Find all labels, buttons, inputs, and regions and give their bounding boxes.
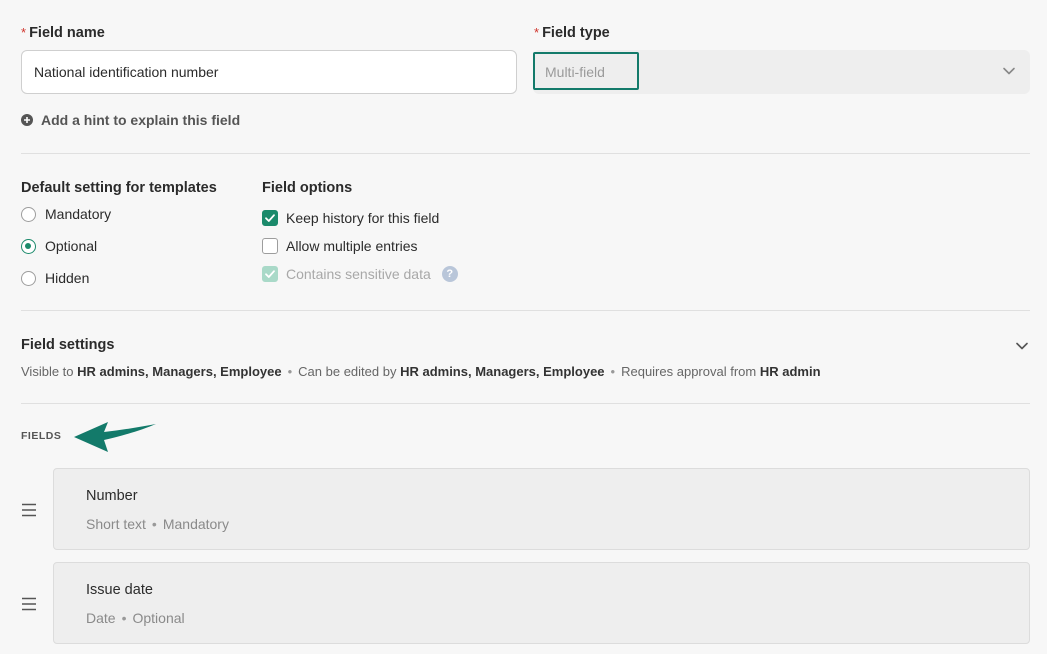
field-card-issue-date[interactable]: Issue date Date • Optional [53,562,1030,644]
field-settings-title: Field settings [21,337,115,353]
required-marker: * [21,25,27,40]
add-hint-label: Add a hint to explain this field [41,112,241,128]
drag-handle-icon[interactable] [21,597,37,611]
option-keep-history[interactable]: Keep history for this field [262,210,439,226]
divider [21,153,1030,154]
field-options-title: Field options [262,180,353,196]
fields-section-label: FIELDS [21,430,62,442]
field-type-value: Multi-field [545,64,605,80]
radio-button[interactable] [21,270,36,286]
field-card-number[interactable]: Number Short text • Mandatory [53,468,1030,550]
radio-mandatory[interactable]: Mandatory [21,206,111,222]
field-card-title: Number [86,488,138,504]
checkbox-checked[interactable] [262,210,278,226]
required-marker: * [534,25,540,40]
arrow-icon [74,422,156,452]
divider [21,403,1030,404]
radio-optional[interactable]: Optional [21,238,97,254]
field-name-input[interactable] [21,50,517,94]
option-allow-multiple[interactable]: Allow multiple entries [262,238,418,254]
default-setting-title: Default setting for templates [21,180,217,196]
checkbox-disabled [262,266,278,282]
field-card-title: Issue date [86,582,153,598]
help-icon[interactable]: ? [441,266,458,282]
checkmark-icon [265,270,275,278]
divider [21,310,1030,311]
field-type-label: * Field type [534,25,610,41]
field-card-meta: Date • Optional [86,610,185,626]
field-settings-summary: Visible to HR admins, Managers, Employee… [21,364,821,379]
chevron-down-icon[interactable] [1015,339,1029,353]
checkmark-icon [265,214,275,222]
approval-from-value: HR admin [759,364,821,379]
field-name-label: * Field name [21,25,105,41]
chevron-down-icon[interactable] [1002,64,1016,78]
editable-by-value: HR admins, Managers, Employee [400,364,605,379]
checkbox-unchecked[interactable] [262,238,278,254]
visible-to-value: HR admins, Managers, Employee [77,364,282,379]
add-hint-link[interactable]: Add a hint to explain this field [21,112,240,128]
plus-circle-icon [21,114,33,126]
radio-hidden[interactable]: Hidden [21,270,89,286]
radio-button-selected[interactable] [21,238,36,254]
field-card-meta: Short text • Mandatory [86,516,229,532]
drag-handle-icon[interactable] [21,503,37,517]
radio-button[interactable] [21,206,36,222]
option-sensitive-data: Contains sensitive data ? [262,266,458,282]
